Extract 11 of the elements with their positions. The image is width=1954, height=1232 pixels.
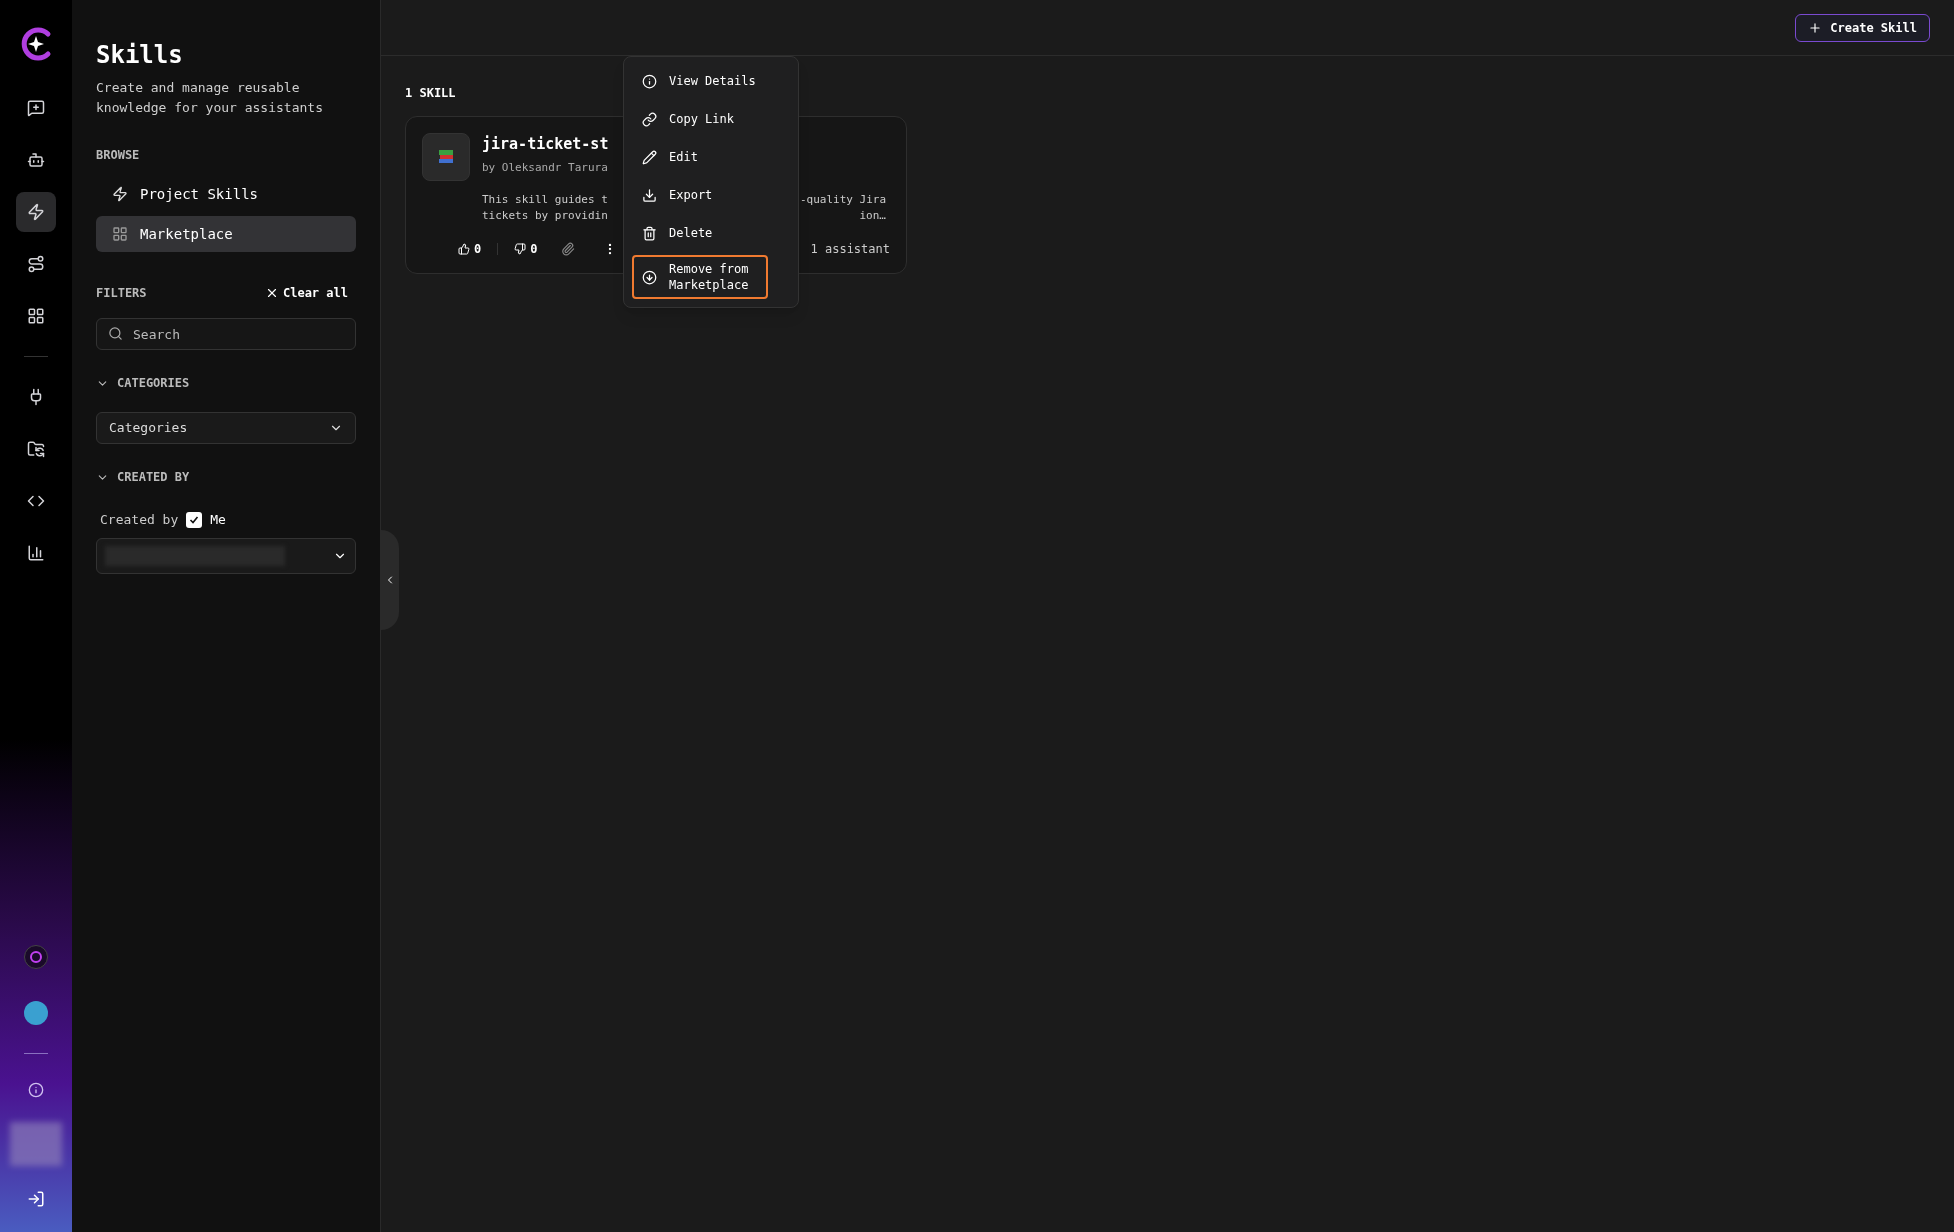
skill-description: This skill guides t tickets by providin [482,192,608,224]
skill-author: by Oleksandr Tarura [482,159,609,176]
filter-label: Created by [100,511,179,529]
section-label: BROWSE [96,147,141,164]
skill-count: 1 SKILL [405,86,456,100]
page-subtitle: Create and manage reusable knowledge for your assistants [96,79,324,117]
checkbox-label: Me [210,511,226,529]
assistant-count: 1 assistant [810,241,890,258]
skill-description: -quality Jira ion… [799,192,886,224]
section-label: FILTERS [96,285,147,302]
page-title: Skills [96,40,184,70]
